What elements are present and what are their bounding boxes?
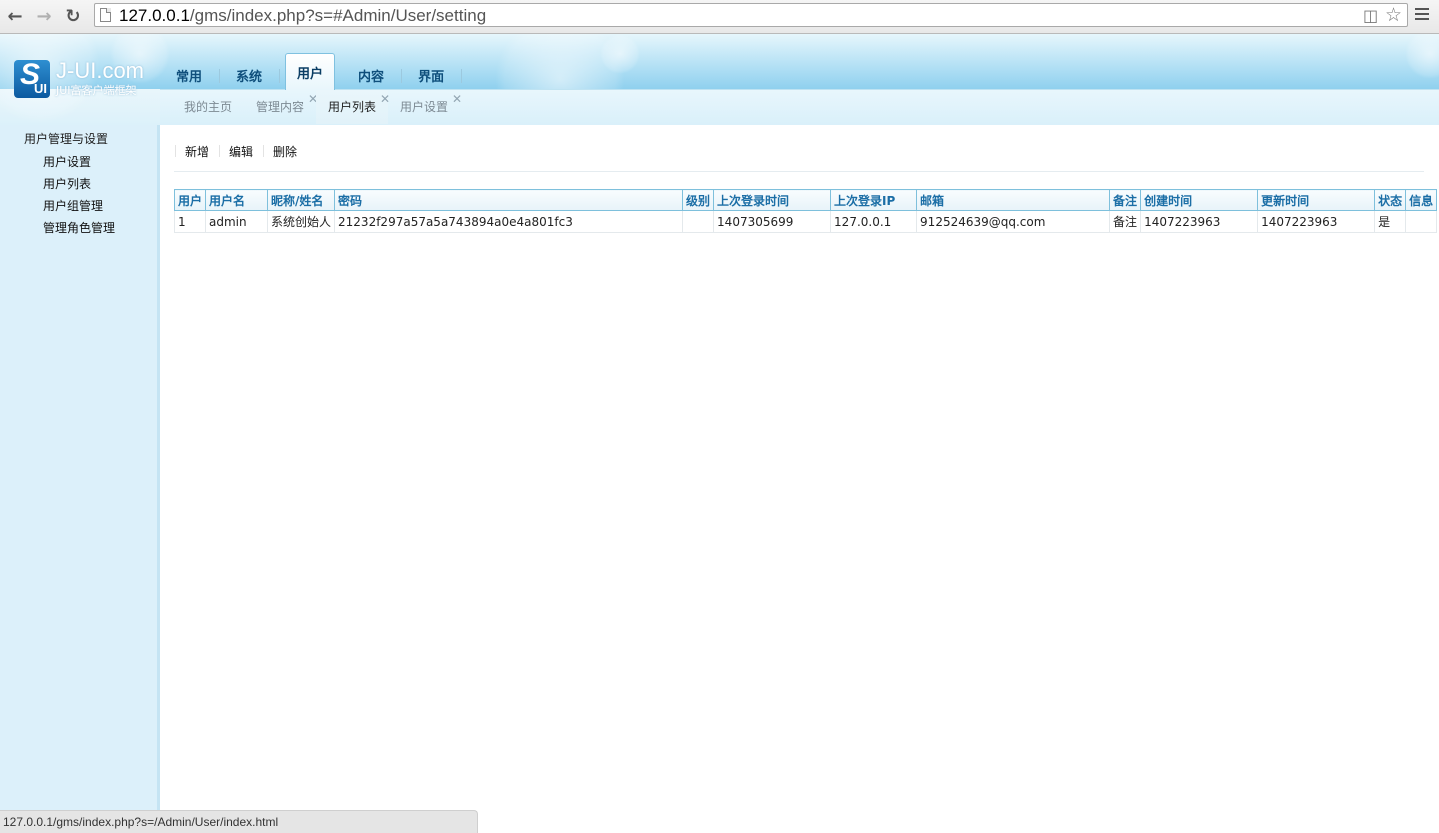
cell-username: admin [205, 210, 269, 233]
toolbar-divider [174, 171, 1424, 172]
page-tab-user-settings[interactable]: 用户设置 ✕ [388, 90, 462, 124]
cell-created-time: 1407223963 [1140, 210, 1259, 233]
column-header[interactable]: 用户 [173, 189, 207, 211]
close-icon[interactable]: ✕ [452, 93, 462, 105]
page-tab-label: 我的主页 [184, 100, 233, 114]
column-header[interactable]: 上次登录IP [830, 189, 918, 211]
cell-status: 是 [1374, 210, 1407, 233]
delete-button[interactable]: 删除 [263, 143, 307, 160]
page-tab-label: 用户列表 [328, 100, 377, 114]
column-header[interactable]: 状态 [1374, 189, 1407, 211]
column-header[interactable]: 上次登录时间 [713, 189, 832, 211]
status-url: 127.0.0.1/gms/index.php?s=/Admin/User/in… [3, 815, 279, 829]
page-icon [100, 8, 111, 22]
cell-remark: 备注 [1109, 210, 1142, 233]
column-header[interactable]: 级别 [682, 189, 715, 211]
page-tab-home[interactable]: 我的主页 [172, 90, 244, 124]
bookmark-star-icon[interactable]: ☆ [1385, 4, 1402, 26]
reload-icon[interactable]: ↻ [62, 5, 84, 27]
column-header[interactable]: 昵称/姓名 [267, 189, 336, 211]
sidebar-item-user-list[interactable]: 用户列表 [43, 175, 91, 192]
logo-title: J-UI.com [56, 58, 144, 83]
jui-logo: S UI J-UI.com JUI富客户端框架 [12, 58, 162, 108]
column-header[interactable]: 备注 [1109, 189, 1142, 211]
cell-last-login-time: 1407305699 [713, 210, 832, 233]
sidebar-title[interactable]: 用户管理与设置 [24, 130, 108, 147]
tab-content[interactable]: 内容 [347, 60, 403, 90]
column-header[interactable]: 创建时间 [1140, 189, 1259, 211]
sidebar-item-user-group[interactable]: 用户组管理 [43, 197, 103, 214]
sidebar-item-user-settings[interactable]: 用户设置 [43, 153, 91, 170]
sidebar-item-role-management[interactable]: 管理角色管理 [43, 219, 115, 236]
forward-arrow-icon[interactable]: → [33, 5, 55, 27]
cell-user-id: 1 [173, 210, 207, 233]
logo-subtitle: JUI富客户端框架 [56, 84, 137, 97]
column-header[interactable]: 邮箱 [916, 189, 1111, 211]
main-content: 新增 编辑 删除 用户 用户名 昵称/姓名 密码 级别 上次登录时间 上次登录I… [160, 125, 1439, 833]
cell-password: 21232f297a57a5a743894a0e4a801fc3 [334, 210, 684, 233]
back-arrow-icon[interactable]: ← [4, 5, 26, 27]
user-table: 用户 用户名 昵称/姓名 密码 级别 上次登录时间 上次登录IP 邮箱 备注 创… [173, 189, 1438, 233]
table-row[interactable]: 1 admin 系统创始人 21232f297a57a5a743894a0e4a… [173, 210, 1438, 233]
cell-last-login-ip: 127.0.0.1 [830, 210, 918, 233]
logo-mark-ui: UI [34, 81, 47, 96]
page-tab-manage-content[interactable]: 管理内容 ✕ [244, 90, 318, 124]
browser-toolbar: ← → ↻ 127.0.0.1/gms/index.php?s=#Admin/U… [0, 0, 1439, 34]
translate-icon[interactable]: ◫ [1363, 6, 1378, 25]
tab-user[interactable]: 用户 [285, 53, 336, 90]
page-tab-label: 用户设置 [400, 100, 449, 114]
url-text[interactable]: 127.0.0.1/gms/index.php?s=#Admin/User/se… [119, 6, 486, 26]
column-header[interactable]: 用户名 [205, 189, 269, 211]
table-header-row: 用户 用户名 昵称/姓名 密码 级别 上次登录时间 上次登录IP 邮箱 备注 创… [173, 189, 1438, 211]
main-nav: 常用 系统 用户 内容 界面 [165, 52, 467, 90]
column-header[interactable]: 信息 [1405, 189, 1438, 211]
decor-bubble [600, 34, 640, 74]
column-header[interactable]: 更新时间 [1257, 189, 1376, 211]
cell-email: 912524639@qq.com [916, 210, 1111, 233]
logo-mark: S UI [14, 58, 50, 98]
tab-interface[interactable]: 界面 [407, 60, 463, 90]
cell-updated-time: 1407223963 [1257, 210, 1376, 233]
sidebar: 用户管理与设置 用户设置 用户列表 用户组管理 管理角色管理 [0, 125, 160, 833]
page-tab-user-list[interactable]: 用户列表 ✕ [316, 90, 390, 124]
cell-level [682, 210, 715, 233]
tab-common[interactable]: 常用 [165, 60, 221, 90]
grid-toolbar: 新增 编辑 删除 [175, 143, 307, 160]
cell-info [1405, 210, 1438, 233]
address-bar[interactable]: 127.0.0.1/gms/index.php?s=#Admin/User/se… [94, 3, 1408, 27]
app-header: S UI J-UI.com JUI富客户端框架 常用 系统 用户 内容 界面 我… [0, 34, 1439, 125]
page-tab-label: 管理内容 [256, 100, 305, 114]
page-tabs: 我的主页 管理内容 ✕ 用户列表 ✕ 用户设置 ✕ [172, 90, 462, 124]
edit-button[interactable]: 编辑 [219, 143, 263, 160]
cell-nickname: 系统创始人 [267, 210, 336, 233]
tab-system[interactable]: 系统 [225, 60, 281, 90]
column-header[interactable]: 密码 [334, 189, 684, 211]
browser-status-bar: 127.0.0.1/gms/index.php?s=/Admin/User/in… [0, 810, 478, 833]
browser-menu-icon[interactable] [1415, 8, 1429, 22]
add-button[interactable]: 新增 [175, 143, 219, 160]
